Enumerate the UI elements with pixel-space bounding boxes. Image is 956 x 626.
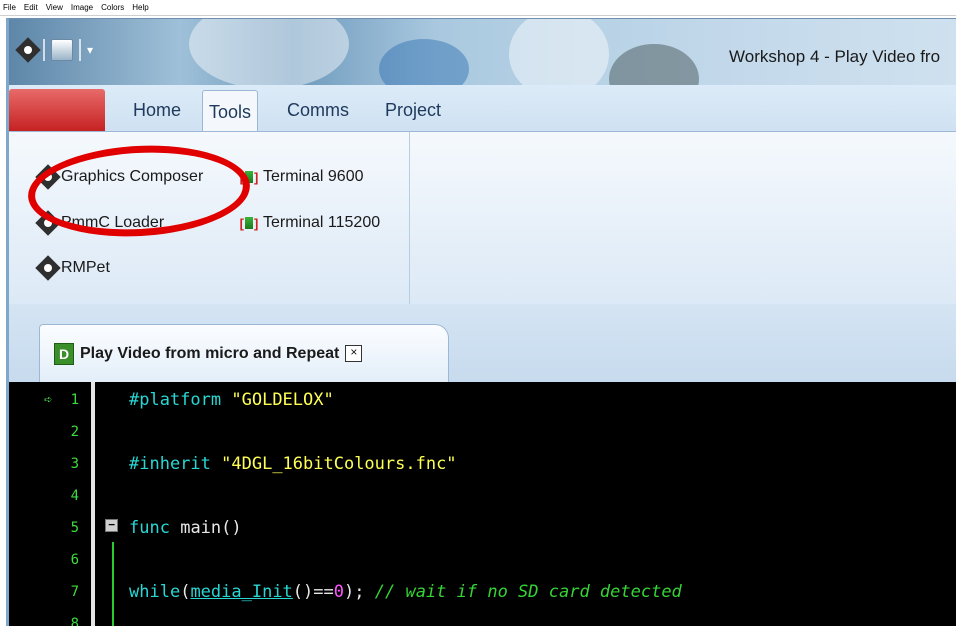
function-call-token: media_Init (190, 582, 293, 602)
gutter-separator (91, 382, 95, 626)
host-menu-help[interactable]: Help (132, 3, 148, 12)
fold-collapse-icon[interactable]: − (105, 519, 118, 532)
ribbon-group-divider (409, 132, 410, 304)
code-line-3: #inherit "4DGL_16bitColours.fnc" (129, 454, 457, 474)
terminal-icon: [] (239, 215, 259, 231)
line-number: 6 (70, 552, 79, 568)
rmpet-button[interactable]: RMPet (35, 255, 110, 281)
tab-comms[interactable]: Comms (281, 89, 355, 131)
operator-token: == (313, 582, 334, 602)
title-bar: ▾ Workshop 4 - Play Video fro (9, 19, 956, 114)
function-name-token: main (180, 518, 222, 538)
document-tab-strip: D Play Video from micro and Repeat × (9, 304, 956, 382)
line-number: 2 (70, 424, 79, 440)
qat-separator (79, 39, 81, 61)
code-line-5: func main() (129, 518, 242, 538)
string-token: "4DGL_16bitColours.fnc" (221, 454, 457, 474)
line-number: 1 (70, 392, 79, 408)
line-number: 3 (70, 456, 79, 472)
app-logo-icon[interactable] (15, 37, 41, 63)
code-editor[interactable]: ➪ 1 2 3 4 5 6 7 8 − #platform "GOLDELOX"… (9, 382, 956, 626)
line-number-gutter: ➪ 1 2 3 4 5 6 7 8 (9, 382, 91, 626)
tab-project[interactable]: Project (379, 89, 447, 131)
line-number: 8 (70, 616, 79, 626)
host-menu-image[interactable]: Image (71, 3, 93, 12)
document-type-icon: D (54, 342, 74, 365)
comment-token: // wait if no SD card detected (374, 582, 682, 602)
terminal-9600-label: Terminal 9600 (263, 168, 364, 185)
terminal-115200-button[interactable]: [] Terminal 115200 (239, 214, 380, 232)
rmpet-icon (35, 255, 61, 281)
customize-qat-icon[interactable]: ▾ (87, 43, 93, 57)
paren-token: () (221, 518, 242, 538)
host-menu-colors[interactable]: Colors (101, 3, 124, 12)
tab-tools[interactable]: Tools (202, 90, 259, 132)
host-menu-edit[interactable]: Edit (24, 3, 38, 12)
line-number: 4 (70, 488, 79, 504)
terminal-9600-button[interactable]: [] Terminal 9600 (239, 168, 364, 186)
terminal-115200-label: Terminal 115200 (263, 214, 381, 231)
window-title: Workshop 4 - Play Video fro (729, 47, 941, 66)
save-icon[interactable] (51, 39, 73, 61)
line-number: 5 (70, 520, 79, 536)
paren-token: ); (344, 582, 365, 602)
line-number: 7 (70, 584, 79, 600)
paren-token: ( (180, 582, 191, 602)
string-token: "GOLDELOX" (231, 390, 334, 410)
document-tab-label: Play Video from micro and Repeat (80, 344, 340, 362)
fold-range-line (112, 542, 114, 626)
rmpet-label: RMPet (61, 259, 110, 276)
paren-token: () (292, 582, 314, 602)
code-line-1: #platform "GOLDELOX" (129, 390, 334, 410)
document-tab[interactable]: D Play Video from micro and Repeat × (39, 324, 449, 382)
code-line-7: while(media_Init()==0); // wait if no SD… (129, 582, 682, 602)
aero-highlight (189, 19, 349, 89)
tab-home[interactable]: Home (127, 89, 187, 131)
app-window: ▾ Workshop 4 - Play Video fro Home Tools… (6, 18, 956, 626)
number-token: 0 (333, 582, 345, 602)
close-tab-icon[interactable]: × (345, 345, 363, 362)
file-menu-button[interactable] (9, 89, 105, 131)
directive-token: #inherit (129, 454, 211, 474)
host-menu-bar: File Edit View Image Colors Help (0, 0, 956, 16)
ribbon-tab-row: Home Tools Comms Project (9, 85, 956, 132)
keyword-token: while (129, 582, 181, 602)
qat-separator (43, 39, 45, 61)
keyword-token: func (129, 518, 170, 538)
quick-access-toolbar: ▾ (15, 37, 93, 63)
directive-token: #platform (129, 390, 222, 410)
host-menu-view[interactable]: View (46, 3, 63, 12)
host-menu-file[interactable]: File (3, 3, 16, 12)
